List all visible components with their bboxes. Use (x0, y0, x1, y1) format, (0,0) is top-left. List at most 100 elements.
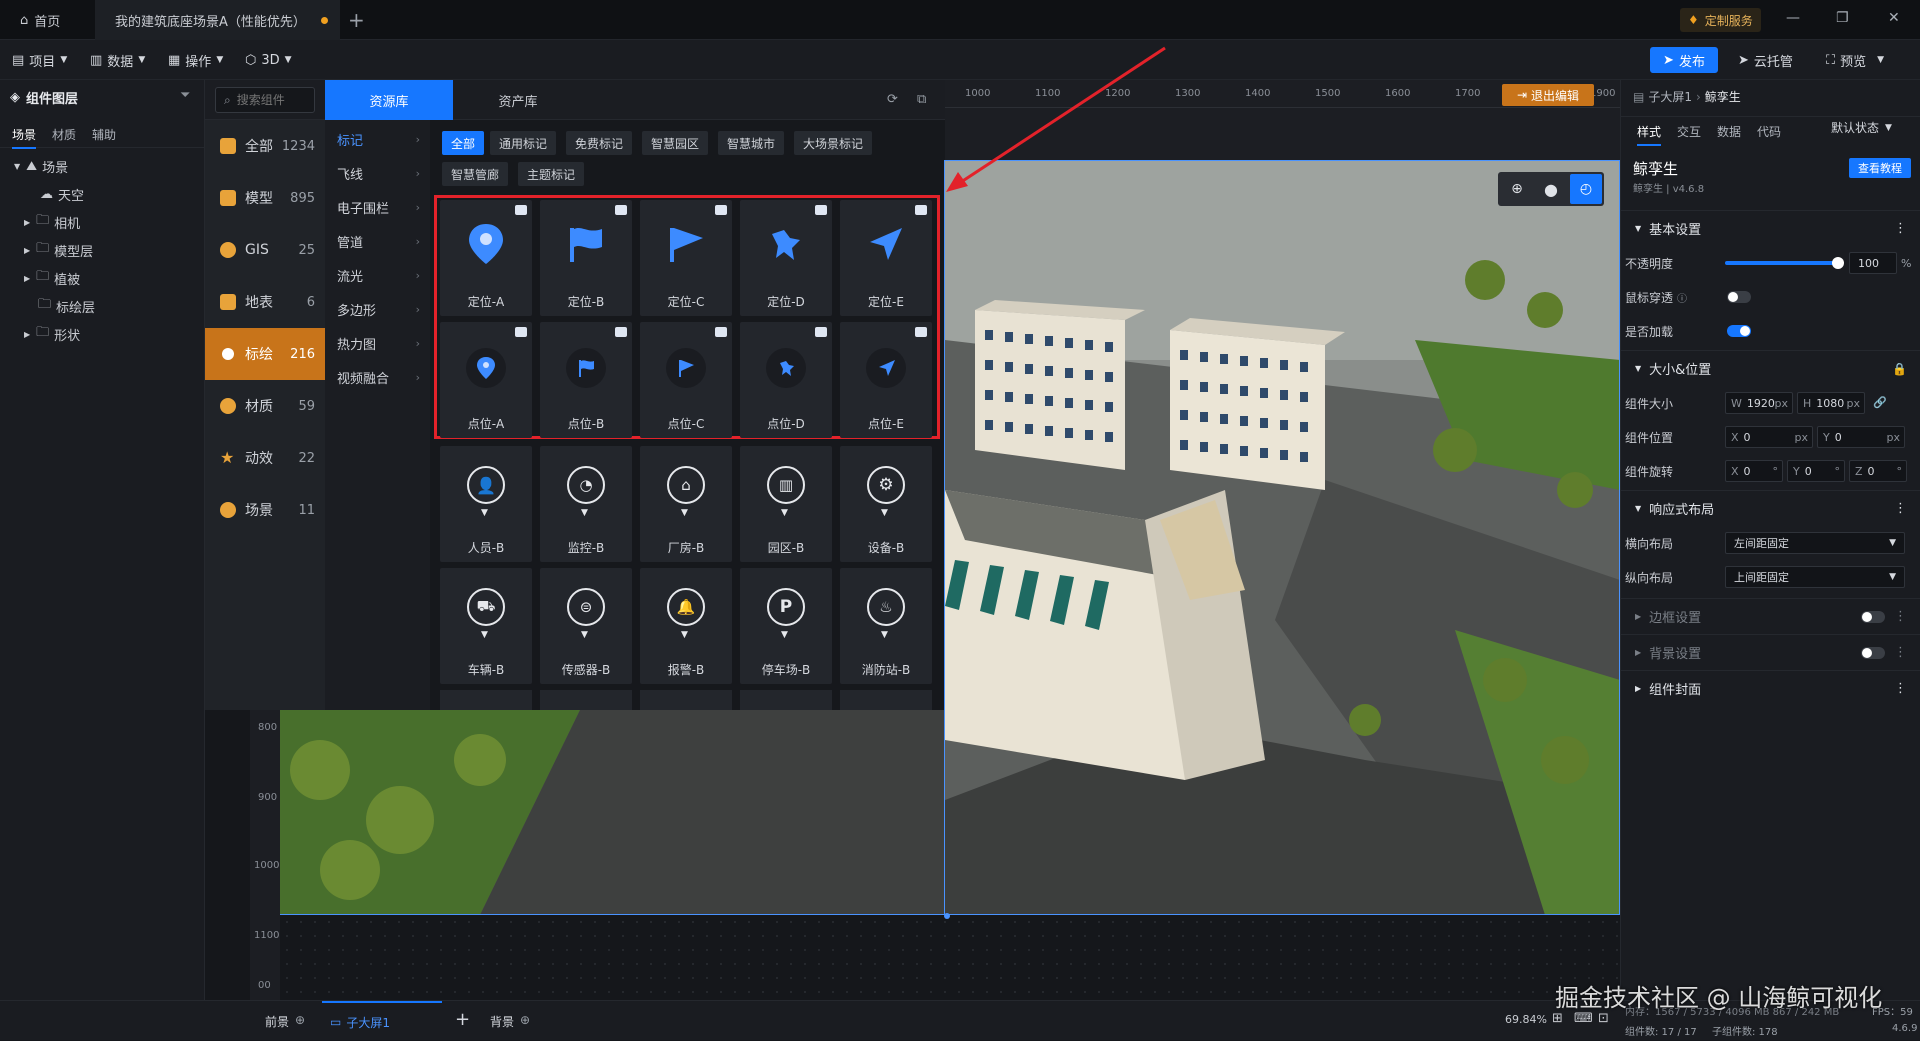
filter-chip-city[interactable]: 智慧城市 (718, 131, 785, 155)
tree-item-plot-layer[interactable]: 🗀 标绘层 (0, 292, 205, 320)
section-size-position[interactable]: ▼ 大小&位置 🔒 (1621, 350, 1920, 386)
slider-handle[interactable] (1832, 257, 1844, 269)
subcategory-pipe[interactable]: 管道 › (325, 224, 430, 258)
asset-card[interactable]: 定位-A (440, 200, 532, 316)
category-scene[interactable]: 场景 11 (205, 484, 325, 536)
more-icon[interactable]: ⋮ (1894, 609, 1907, 624)
section-cover[interactable]: ▶ 组件封面 ⋮ (1621, 670, 1920, 706)
tutorial-button[interactable]: 查看教程 (1849, 158, 1911, 178)
search-input[interactable] (236, 93, 307, 107)
breadcrumb-parent[interactable]: 子大屏1 (1648, 88, 1692, 105)
preview-button[interactable]: ⛶ 预览 ▼ (1826, 40, 1884, 80)
rot-z-input[interactable]: Z 0 ° (1849, 460, 1907, 482)
tab-auxiliary[interactable]: 辅助 (92, 126, 116, 143)
more-icon[interactable]: ⋮ (1894, 501, 1907, 516)
filter-chip-general[interactable]: 通用标记 (490, 131, 557, 155)
tab-resource-library[interactable]: 资源库 (325, 80, 453, 120)
vertical-select[interactable]: 上间距固定 ▼ (1725, 566, 1905, 588)
filter-chip-theme[interactable]: 主题标记 (518, 162, 585, 186)
asset-card[interactable]: 👤 ▼ 人员-B (440, 446, 532, 562)
restore-icon[interactable]: ❐ (1836, 10, 1849, 26)
lock-icon[interactable]: 🔒 (1892, 362, 1907, 376)
border-toggle[interactable] (1861, 611, 1885, 623)
asset-card[interactable]: 点位-C (640, 322, 732, 438)
add-tab-icon[interactable]: + (348, 8, 365, 32)
category-gis[interactable]: GIS 25 (205, 224, 325, 276)
category-model[interactable]: 模型 895 (205, 172, 325, 224)
asset-card[interactable]: 定位-D (740, 200, 832, 316)
subcategory-marker[interactable]: 标记 › (325, 122, 430, 156)
asset-card[interactable]: ⌂ ▼ 厂房-B (640, 446, 732, 562)
section-responsive[interactable]: ▼ 响应式布局 ⋮ (1621, 490, 1920, 526)
tree-item-sky[interactable]: ☁ 天空 (0, 180, 205, 208)
tree-item-model-layer[interactable]: ▶ 🗀 模型层 (0, 236, 205, 264)
minimize-icon[interactable]: — (1786, 10, 1800, 26)
tab-data[interactable]: 数据 (1717, 123, 1741, 140)
filter-chip-large-scene[interactable]: 大场景标记 (794, 131, 873, 155)
more-icon[interactable]: ⋮ (1894, 221, 1907, 236)
refresh-icon[interactable]: ⟳ (887, 92, 898, 107)
custom-service-button[interactable]: ♦ 定制服务 (1680, 8, 1761, 32)
keyboard-icon[interactable]: ⌨ (1574, 1011, 1593, 1026)
menu-data[interactable]: ▥ 数据 ▼ (90, 40, 145, 80)
tab-code[interactable]: 代码 (1757, 123, 1781, 140)
filter-icon[interactable]: ⏷ (180, 88, 190, 103)
tab-materials[interactable]: 材质 (52, 126, 76, 143)
close-icon[interactable]: ✕ (1888, 10, 1900, 26)
category-all[interactable]: 全部 1234 (205, 120, 325, 172)
subcategory-streamer[interactable]: 流光 › (325, 258, 430, 292)
asset-card[interactable]: 点位-A (440, 322, 532, 438)
exit-edit-button[interactable]: ⇥ 退出编辑 (1502, 84, 1594, 106)
background-toggle[interactable] (1861, 647, 1885, 659)
more-icon[interactable]: ⋮ (1894, 681, 1907, 696)
asset-card[interactable]: P ▼ 停车场-B (740, 568, 832, 684)
filter-chip-park[interactable]: 智慧园区 (642, 131, 709, 155)
height-input[interactable]: H 1080 px (1797, 392, 1865, 414)
add-circle-icon[interactable]: ⊕ (520, 1013, 530, 1030)
pos-y-input[interactable]: Y 0 px (1817, 426, 1905, 448)
opacity-slider[interactable] (1725, 257, 1844, 269)
tab-style[interactable]: 样式 (1637, 123, 1662, 146)
asset-card[interactable]: 定位-B (540, 200, 632, 316)
opacity-input[interactable]: 100 (1849, 252, 1897, 274)
rot-y-input[interactable]: Y 0 ° (1787, 460, 1845, 482)
tab-home[interactable]: ⌂ 首页 (0, 0, 90, 40)
tab-interaction[interactable]: 交互 (1677, 123, 1701, 140)
asset-card[interactable]: ♨ ▼ 消防站-B (840, 568, 932, 684)
tree-item-camera[interactable]: ▶ 🗀 相机 (0, 208, 205, 236)
section-basic-settings[interactable]: ▼ 基本设置 ⋮ (1621, 210, 1920, 246)
tree-item-vegetation[interactable]: ▶ 🗀 植被 (0, 264, 205, 292)
tree-item-shape[interactable]: ▶ 🗀 形状 (0, 320, 205, 348)
tab-scene[interactable]: 我的建筑底座场景A（性能优先） (95, 0, 340, 40)
filter-chip-all[interactable]: 全部 (442, 131, 485, 155)
pos-x-input[interactable]: X 0 px (1725, 426, 1813, 448)
tree-item-scene[interactable]: ▼ ⛰ 场景 (0, 152, 205, 180)
category-effect[interactable]: ★ 动效 22 (205, 432, 325, 484)
tab-scene-layers[interactable]: 场景 (12, 126, 37, 149)
loaded-toggle[interactable] (1727, 325, 1751, 337)
fit-screen-icon[interactable]: ⊞ (1552, 1011, 1563, 1026)
search-box[interactable]: ⌕ (215, 87, 315, 113)
category-material[interactable]: 材质 59 (205, 380, 325, 432)
foreground-tab[interactable]: 前景 ⊕ (265, 1013, 305, 1030)
category-plot[interactable]: 标绘 216 (205, 328, 325, 380)
asset-card[interactable]: ▥ ▼ 园区-B (740, 446, 832, 562)
add-screen-icon[interactable]: + (455, 1009, 470, 1030)
width-input[interactable]: W 1920 px (1725, 392, 1793, 414)
zoom-level[interactable]: 69.84% (1505, 1013, 1547, 1026)
menu-operation[interactable]: ▦ 操作 ▼ (168, 40, 223, 80)
subcategory-polygon[interactable]: 多边形 › (325, 292, 430, 326)
category-terrain[interactable]: 地表 6 (205, 276, 325, 328)
subcategory-fence[interactable]: 电子围栏 › (325, 190, 430, 224)
asset-card[interactable]: 点位-D (740, 322, 832, 438)
asset-card[interactable]: ⊜ ▼ 传感器-B (540, 568, 632, 684)
section-background[interactable]: ▶ 背景设置 ⋮ (1621, 634, 1920, 670)
rot-x-input[interactable]: X 0 ° (1725, 460, 1783, 482)
terminal-icon[interactable]: ⊡ (1598, 1011, 1609, 1026)
asset-card[interactable]: 定位-C (640, 200, 732, 316)
background-tab[interactable]: 背景 ⊕ (490, 1013, 530, 1030)
sub-screen-tab[interactable]: ▭ 子大屏1 (322, 1001, 442, 1041)
filter-chip-free[interactable]: 免费标记 (566, 131, 633, 155)
subcategory-heatmap[interactable]: 热力图 › (325, 326, 430, 360)
asset-card[interactable]: ⚙ ▼ 设备-B (840, 446, 932, 562)
